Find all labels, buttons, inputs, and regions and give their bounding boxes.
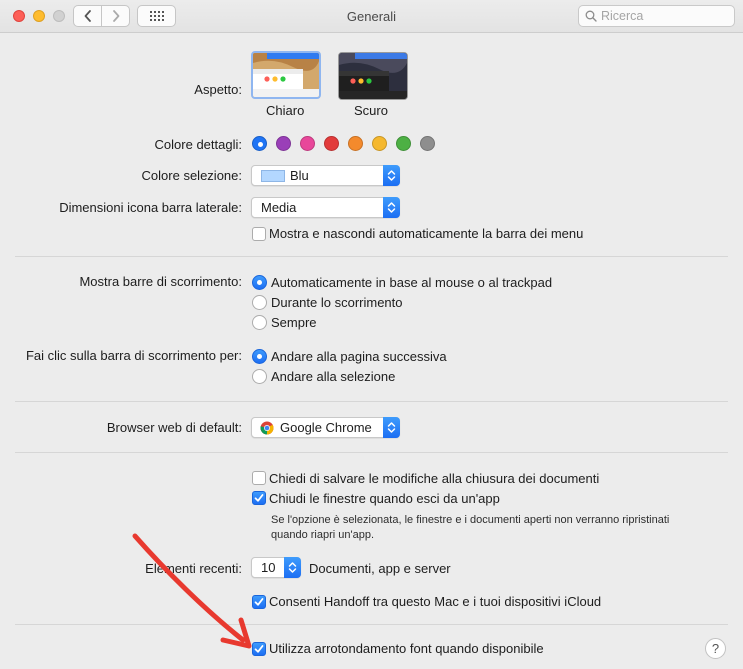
title-bar: Generali Ricerca <box>0 0 743 33</box>
default-browser-popup[interactable]: Google Chrome <box>251 417 400 438</box>
light-mode-preview-image <box>253 53 319 97</box>
appearance-dark-label: Scuro <box>354 103 388 118</box>
scrollbars-auto-radio[interactable] <box>252 275 267 290</box>
font-smoothing-label: Utilizza arrotondamento font quando disp… <box>269 641 544 656</box>
up-down-chevron-icon <box>387 202 396 213</box>
appearance-light-thumbnail[interactable] <box>251 51 321 99</box>
default-browser-label: Browser web di default: <box>106 420 242 435</box>
checkmark-icon <box>254 494 264 502</box>
accent-swatch-purple[interactable] <box>276 136 291 151</box>
chrome-icon <box>260 421 274 435</box>
close-windows-note-line2: quando riapri un'app. <box>271 529 375 541</box>
popup-stepper <box>383 197 400 218</box>
dark-mode-preview-image <box>339 53 407 99</box>
up-down-chevron-icon <box>387 422 396 433</box>
sidebar-icon-size-label: Dimensioni icona barra laterale: <box>59 200 242 215</box>
scrollbars-when-scrolling-radio[interactable] <box>252 295 267 310</box>
click-scrollbar-label: Fai clic sulla barra di scorrimento per: <box>25 348 242 363</box>
up-down-chevron-icon <box>288 562 297 573</box>
sidebar-icon-size-value: Media <box>261 200 297 215</box>
highlight-color-value: Blu <box>290 168 309 183</box>
menubar-autohide-checkbox[interactable] <box>252 227 266 241</box>
scrollbars-always-label: Sempre <box>271 315 317 330</box>
separator <box>15 452 728 453</box>
menubar-autohide-label: Mostra e nascondi automaticamente la bar… <box>269 226 584 241</box>
click-next-page-radio[interactable] <box>252 349 267 364</box>
close-windows-note-line1: Se l'opzione è selezionata, le finestre … <box>271 514 670 526</box>
accent-swatch-pink[interactable] <box>300 136 315 151</box>
separator <box>15 624 728 625</box>
highlight-color-popup[interactable]: Blu <box>251 165 400 186</box>
accent-swatch-graphite[interactable] <box>420 136 435 151</box>
ask-save-label: Chiedi di salvare le modifiche alla chiu… <box>269 471 600 486</box>
scrollbars-always-radio[interactable] <box>252 315 267 330</box>
annotation-arrow-icon <box>132 533 252 649</box>
click-jump-here-label: Andare alla selezione <box>271 369 396 384</box>
accent-swatch-red[interactable] <box>324 136 339 151</box>
search-icon <box>585 10 597 22</box>
handoff-label: Consenti Handoff tra questo Mac e i tuoi… <box>269 594 602 609</box>
search-field[interactable]: Ricerca <box>578 5 735 27</box>
appearance-light-label: Chiaro <box>266 103 305 118</box>
highlight-color-label: Colore selezione: <box>141 168 242 183</box>
accent-swatch-blue[interactable] <box>252 136 267 151</box>
accent-swatch-yellow[interactable] <box>372 136 387 151</box>
show-scrollbars-label: Mostra barre di scorrimento: <box>79 274 242 289</box>
close-windows-checkbox[interactable] <box>252 491 266 505</box>
click-jump-here-radio[interactable] <box>252 369 267 384</box>
scrollbars-when-scrolling-label: Durante lo scorrimento <box>271 295 403 310</box>
accent-selected-indicator <box>257 141 263 147</box>
search-placeholder: Ricerca <box>601 9 644 23</box>
highlight-color-chip <box>261 170 285 182</box>
recent-items-suffix: Documenti, app e server <box>309 561 451 576</box>
popup-stepper <box>383 165 400 186</box>
popup-stepper <box>383 417 400 438</box>
scrollbars-auto-label: Automaticamente in base al mouse o al tr… <box>271 275 553 290</box>
default-browser-value: Google Chrome <box>280 420 372 435</box>
sidebar-icon-size-popup[interactable]: Media <box>251 197 400 218</box>
separator <box>15 256 728 257</box>
up-down-chevron-icon <box>387 170 396 181</box>
help-button[interactable]: ? <box>705 638 726 659</box>
accent-swatch-green[interactable] <box>396 136 411 151</box>
popup-stepper <box>284 557 301 578</box>
close-windows-label: Chiudi le finestre quando esci da un'app <box>269 491 500 506</box>
accent-swatch-orange[interactable] <box>348 136 363 151</box>
click-next-page-label: Andare alla pagina successiva <box>271 349 447 364</box>
appearance-label: Aspetto: <box>194 82 242 97</box>
accent-color-label: Colore dettagli: <box>154 137 242 152</box>
ask-save-checkbox[interactable] <box>252 471 266 485</box>
separator <box>15 401 728 402</box>
appearance-dark-thumbnail[interactable] <box>338 52 408 100</box>
